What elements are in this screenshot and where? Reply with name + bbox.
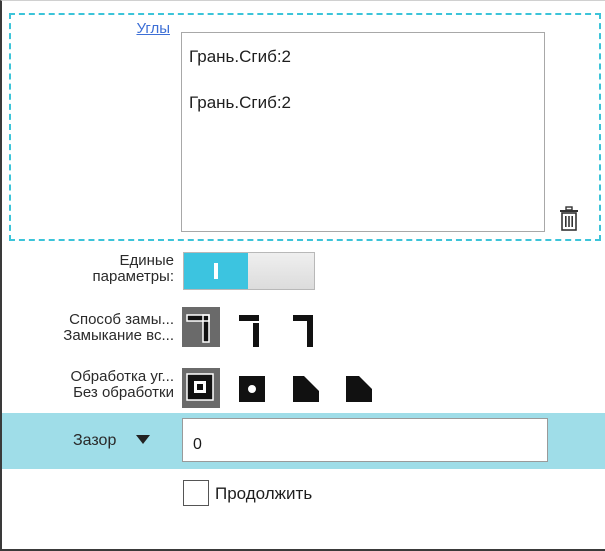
trash-icon[interactable] — [558, 206, 580, 232]
unified-params-label-line1: Единые — [119, 252, 174, 269]
no-processing-icon[interactable] — [182, 368, 220, 408]
corner-processing-label: Обработка уг... Без обработки — [4, 369, 174, 401]
continue-label[interactable]: Продолжить — [215, 484, 312, 504]
unified-params-label: Единые параметры: — [60, 253, 174, 285]
triangle-down-icon[interactable] — [135, 433, 151, 447]
corners-link[interactable]: Углы — [114, 20, 170, 37]
list-item[interactable]: Грань.Сгиб:2 — [189, 47, 291, 67]
list-item[interactable]: Грань.Сгиб:2 — [189, 93, 291, 113]
corners-list[interactable]: Грань.Сгиб:2 Грань.Сгиб:2 — [181, 32, 545, 232]
unified-params-label-line2: параметры: — [92, 268, 174, 285]
gap-label: Зазор — [73, 432, 117, 449]
closure-label: Способ замы... Замыкание вс... — [4, 312, 174, 344]
closure-label-text: Способ замы... — [69, 311, 174, 328]
gap-input[interactable] — [182, 418, 548, 462]
closure-miter-icon[interactable] — [291, 315, 329, 349]
closure-full-icon[interactable] — [182, 307, 220, 347]
round-relief-icon[interactable] — [237, 374, 271, 406]
closure-value-text: Замыкание вс... — [63, 327, 174, 344]
triangle-relief-icon[interactable] — [291, 374, 325, 406]
closure-overlap-icon[interactable] — [237, 315, 275, 349]
corner-processing-label-text: Обработка уг... — [70, 368, 174, 385]
corner-processing-value-text: Без обработки — [73, 384, 174, 401]
continue-checkbox[interactable] — [183, 480, 209, 506]
toggle-on-part — [184, 253, 248, 289]
corner-relief-icon[interactable] — [344, 374, 378, 406]
toggle-on-glyph — [214, 263, 218, 279]
unified-params-toggle[interactable] — [183, 252, 315, 290]
